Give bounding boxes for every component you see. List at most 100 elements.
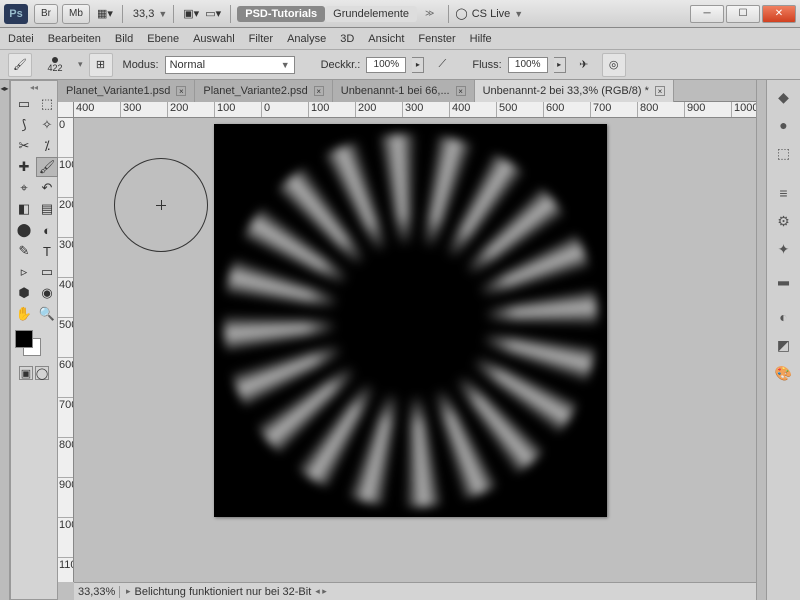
tool-3dcam[interactable]: ◉: [36, 283, 58, 303]
foreground-swatch[interactable]: [15, 330, 33, 348]
tool-crop[interactable]: ✂: [13, 136, 35, 156]
tab-label: Planet_Variante2.psd: [203, 85, 307, 97]
tool-move[interactable]: ▭: [13, 94, 35, 114]
menu-ebene[interactable]: Ebene: [147, 33, 179, 45]
opacity-arrow[interactable]: ▸: [412, 57, 424, 73]
panel-icon-0[interactable]: ◆: [772, 86, 796, 108]
close-button[interactable]: ✕: [762, 5, 796, 23]
tool-zoom[interactable]: 🔍: [36, 304, 58, 324]
tool-select[interactable]: ⬚: [36, 94, 58, 114]
opacity-pressure-icon[interactable]: ⟋: [430, 53, 454, 77]
tool-brush[interactable]: 🖌: [36, 157, 58, 177]
document-tab[interactable]: Planet_Variante1.psd ×: [58, 80, 195, 102]
menu-hilfe[interactable]: Hilfe: [470, 33, 492, 45]
tab-close-icon[interactable]: ×: [456, 86, 466, 96]
tool-dodge[interactable]: ◐: [36, 220, 58, 240]
tab-close-icon[interactable]: ×: [314, 86, 324, 96]
brush-preset[interactable]: 422: [38, 57, 72, 73]
panel-icon-8[interactable]: ◩: [772, 334, 796, 356]
workspace-pill-1[interactable]: PSD-Tutorials: [237, 6, 325, 22]
panel-icon-7[interactable]: ◐: [772, 306, 796, 328]
status-zoom[interactable]: 33,33%: [74, 586, 120, 598]
zoom-level[interactable]: 33,3: [133, 8, 154, 20]
screenmode-icon[interactable]: ◯: [35, 366, 49, 380]
panel-icon-2[interactable]: ⬚: [772, 142, 796, 164]
tool-eyedrop[interactable]: ⁒: [36, 136, 58, 156]
document-tab[interactable]: Planet_Variante2.psd ×: [195, 80, 332, 102]
tool-path[interactable]: ▹: [13, 262, 35, 282]
tool-eraser[interactable]: ◧: [13, 199, 35, 219]
menu-ansicht[interactable]: Ansicht: [368, 33, 404, 45]
bridge-button[interactable]: Br: [34, 4, 58, 24]
options-bar: 🖌 422 ▾ ⊞ Modus: Normal▼ Deckkr.: 100%▸ …: [0, 50, 800, 80]
tool-heal[interactable]: ✚: [13, 157, 35, 177]
menu-3d[interactable]: 3D: [340, 33, 354, 45]
tool-shape[interactable]: ▭: [36, 262, 58, 282]
menu-analyse[interactable]: Analyse: [287, 33, 326, 45]
menu-filter[interactable]: Filter: [249, 33, 273, 45]
panel-icon-4[interactable]: ⚙: [772, 210, 796, 232]
titlebar: Ps Br Mb ▦▾ 33,3▼ ▣▾ ▭▾ PSD-Tutorials Gr…: [0, 0, 800, 28]
right-panel: ◆ ● ⬚ ≡ ⚙ ✦ ▂ ◐ ◩ 🎨: [766, 80, 800, 600]
tool-history[interactable]: ↶: [36, 178, 58, 198]
tool-gradient[interactable]: ▤: [36, 199, 58, 219]
document-area: Planet_Variante1.psd×Planet_Variante2.ps…: [58, 80, 756, 600]
panel-icon-6[interactable]: ▂: [772, 266, 796, 288]
cslive-label[interactable]: CS Live: [472, 8, 511, 20]
toolbox: ◂◂ ▭⬚⟆✧✂⁒✚🖌⌖↶◧▤⬤◐✎T▹▭⬢◉✋🔍 ▣ ◯: [10, 80, 58, 600]
ruler-vertical[interactable]: 010020030040050060070080090010001100: [58, 118, 74, 582]
tool-lasso[interactable]: ⟆: [13, 115, 35, 135]
screen-icon[interactable]: ▭▾: [202, 4, 224, 24]
minibridge-button[interactable]: Mb: [62, 4, 90, 24]
mode-label: Modus:: [123, 59, 159, 71]
right-collapse-strip[interactable]: [756, 80, 766, 600]
menu-bearbeiten[interactable]: Bearbeiten: [48, 33, 101, 45]
tool-pen[interactable]: ✎: [13, 241, 35, 261]
flow-label: Fluss:: [472, 59, 501, 71]
airbrush-icon[interactable]: ✈: [572, 53, 596, 77]
tool-preset-icon[interactable]: 🖌: [8, 53, 32, 77]
tab-close-icon[interactable]: ×: [655, 86, 665, 96]
toolbox-handle[interactable]: ◂◂: [13, 83, 55, 92]
tablet-pressure-icon[interactable]: ◎: [602, 53, 626, 77]
opacity-input[interactable]: 100%: [366, 57, 406, 73]
view-icon[interactable]: ▣▾: [180, 4, 202, 24]
tool-blur[interactable]: ⬤: [13, 220, 35, 240]
tool-hand[interactable]: ✋: [13, 304, 35, 324]
document-tab[interactable]: Unbenannt-2 bei 33,3% (RGB/8) * ×: [475, 80, 674, 102]
cslive-icon[interactable]: ◯: [455, 7, 467, 20]
quickmask-icon[interactable]: ▣: [19, 366, 33, 380]
minimize-button[interactable]: ─: [690, 5, 724, 23]
menu-datei[interactable]: Datei: [8, 33, 34, 45]
panel-icon-3[interactable]: ≡: [772, 182, 796, 204]
panel-icon-5[interactable]: ✦: [772, 238, 796, 260]
panel-icon-1[interactable]: ●: [772, 114, 796, 136]
tool-3d[interactable]: ⬢: [13, 283, 35, 303]
flow-arrow[interactable]: ▸: [554, 57, 566, 73]
panel-icon-9[interactable]: 🎨: [772, 362, 796, 384]
tab-label: Planet_Variante1.psd: [66, 85, 170, 97]
status-message: Belichtung funktioniert nur bei 32-Bit: [135, 586, 312, 598]
tool-type[interactable]: T: [36, 241, 58, 261]
ruler-origin[interactable]: [58, 102, 74, 118]
workspace-pill-2[interactable]: Grundelemente: [325, 6, 417, 22]
document-tab[interactable]: Unbenannt-1 bei 66,...×: [333, 80, 475, 102]
tool-stamp[interactable]: ⌖: [13, 178, 35, 198]
tab-close-icon[interactable]: ×: [176, 86, 186, 96]
opacity-label: Deckkr.:: [321, 59, 361, 71]
tool-wand[interactable]: ✧: [36, 115, 58, 135]
flow-input[interactable]: 100%: [508, 57, 548, 73]
mode-select[interactable]: Normal▼: [165, 56, 295, 74]
menu-auswahl[interactable]: Auswahl: [193, 33, 235, 45]
color-swatches[interactable]: [13, 330, 55, 362]
tab-label: Unbenannt-2 bei 33,3% (RGB/8) *: [483, 85, 649, 97]
menu-fenster[interactable]: Fenster: [418, 33, 455, 45]
arrange-icon[interactable]: ▦▾: [94, 4, 116, 24]
canvas-viewport[interactable]: [74, 118, 756, 582]
ruler-horizontal[interactable]: 4003002001000100200300400500600700800900…: [74, 102, 756, 118]
artwork-swirl: [224, 134, 597, 507]
canvas[interactable]: [214, 124, 607, 517]
menu-bild[interactable]: Bild: [115, 33, 133, 45]
brush-panel-icon[interactable]: ⊞: [89, 53, 113, 77]
maximize-button[interactable]: ☐: [726, 5, 760, 23]
